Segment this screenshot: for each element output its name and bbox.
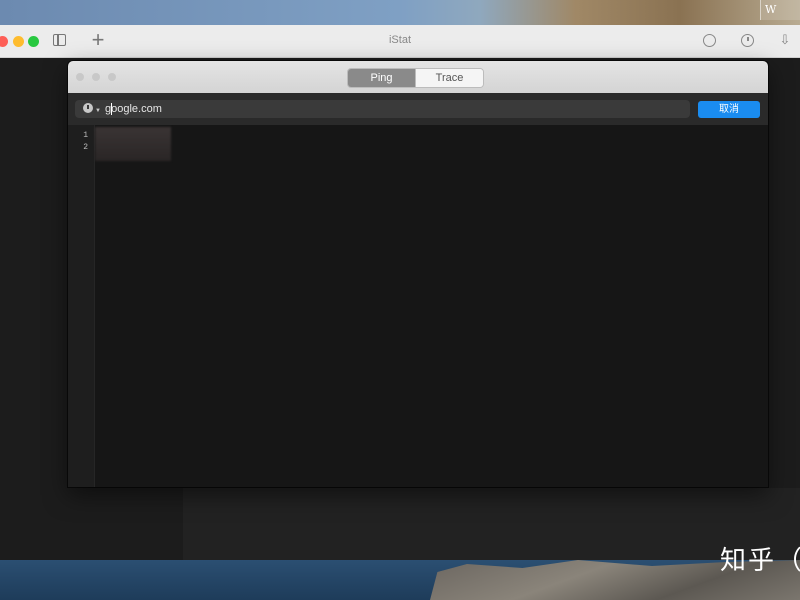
blurred-output	[95, 127, 171, 161]
share-icon[interactable]: ⇩	[778, 33, 792, 47]
mode-segmented-control: Ping Trace	[347, 68, 484, 88]
host-input[interactable]	[105, 100, 665, 118]
browser-title: iStat	[388, 34, 411, 46]
history-clock-icon[interactable]	[83, 103, 93, 113]
zhihu-brand: 知乎	[720, 546, 777, 576]
address-row: ▼ 取消	[68, 93, 768, 125]
clock-icon[interactable]	[741, 34, 754, 47]
ping-output-area[interactable]	[95, 125, 768, 487]
corner-watermark: W	[760, 0, 800, 20]
desktop-wallpaper-top	[0, 0, 800, 26]
tab-ping[interactable]: Ping	[348, 69, 415, 87]
zhihu-paren: （	[776, 546, 800, 576]
line-number-gutter: 1 2	[68, 125, 95, 487]
window-close-dot[interactable]	[76, 73, 84, 81]
window-zoom-dot[interactable]	[108, 73, 116, 81]
istat-network-window: Ping Trace ▼ 取消 1 2	[68, 61, 768, 487]
dark-background-lower	[183, 488, 800, 560]
browser-toolbar: + iStat ⇩	[0, 25, 800, 58]
window-minimize-dot[interactable]	[92, 73, 100, 81]
chevron-down-icon[interactable]: ▼	[95, 108, 101, 114]
tab-trace[interactable]: Trace	[415, 69, 483, 87]
line-number: 1	[83, 131, 88, 140]
text-cursor	[111, 103, 112, 115]
cancel-button[interactable]: 取消	[698, 101, 760, 118]
corner-watermark-text: W	[765, 3, 777, 16]
line-number: 2	[83, 143, 88, 152]
zhihu-watermark: 知乎（	[720, 540, 800, 577]
host-field[interactable]: ▼	[75, 100, 690, 118]
window-titlebar: Ping Trace	[68, 61, 768, 93]
shield-icon[interactable]	[703, 34, 716, 47]
